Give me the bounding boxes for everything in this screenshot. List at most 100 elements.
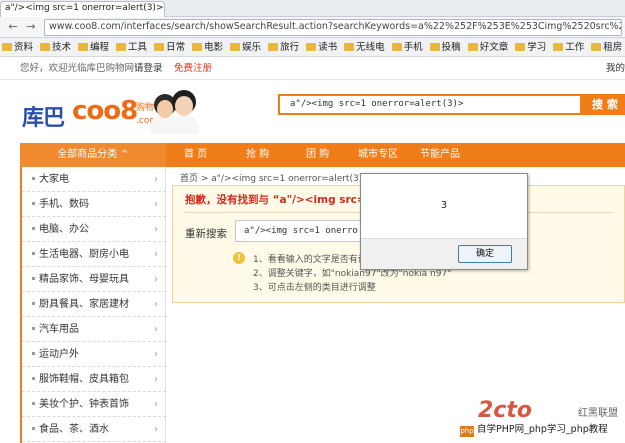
folder-icon (2, 43, 12, 51)
bookmark-item[interactable]: 工作 (551, 38, 589, 56)
bookmark-label: 日常 (166, 42, 186, 53)
search-button[interactable]: 搜 索 (580, 94, 625, 115)
bookmark-label: 工具 (128, 42, 148, 53)
folder-icon (192, 43, 203, 51)
bullet-icon (32, 327, 35, 330)
sidebar-category-item[interactable]: 美妆个护、钟表首饰 › (22, 392, 166, 417)
bookmark-item[interactable]: 编程 (76, 38, 114, 56)
nav-item-energy-saving[interactable]: 节能产品 (420, 143, 460, 167)
bullet-icon (32, 177, 35, 180)
sidebar-category-label: 手机、数码 (39, 199, 89, 210)
tab-title: a"/><img src=1 onerror=alert(3)>--... (5, 3, 165, 13)
bookmark-item[interactable]: 好文章 (466, 38, 514, 56)
bookmark-label: 手机 (403, 42, 423, 53)
bookmark-label: 学习 (527, 42, 547, 53)
my-account-link[interactable]: 我的 (606, 58, 625, 80)
bookmark-item[interactable]: 工具 (114, 38, 152, 56)
bullet-icon (32, 277, 35, 280)
bookmark-label: 编程 (90, 42, 110, 53)
main-nav: 全部商品分类 ^ 首 页 抢 购 团 购 城市专区 节能产品 (20, 143, 625, 167)
bookmark-item[interactable]: 读书 (304, 38, 342, 56)
bookmark-label: 好文章 (479, 42, 509, 53)
bookmark-item[interactable]: 手机 (390, 38, 428, 56)
folder-icon (306, 43, 317, 51)
folder-icon (40, 43, 51, 51)
chevron-right-icon: › (154, 399, 158, 410)
folder-icon (78, 43, 89, 51)
bookmark-item[interactable]: 投稿 (428, 38, 466, 56)
bookmark-label: 工作 (565, 42, 585, 53)
folder-icon (344, 43, 355, 51)
bookmark-label: 电影 (204, 42, 224, 53)
bullet-icon (32, 302, 35, 305)
bookmark-item[interactable]: 技术 (38, 38, 76, 56)
welcome-text: 您好，欢迎光临库巴购物网! (20, 63, 138, 74)
logo-cn: 库巴 (22, 106, 65, 131)
sidebar-category-item[interactable]: 运动户外 › (22, 342, 166, 367)
sidebar-category-label: 食品、茶、酒水 (39, 424, 109, 435)
back-icon[interactable]: ← (6, 20, 20, 34)
bookmark-label: 旅行 (280, 42, 300, 53)
nav-item-home[interactable]: 首 页 (184, 143, 207, 167)
sidebar-category-item[interactable]: 服饰鞋帽、皮具箱包 › (22, 367, 166, 392)
folder-icon (515, 43, 526, 51)
sidebar-category-label: 大家电 (39, 174, 69, 185)
sidebar-category-item[interactable]: 厨具餐具、家居建材 › (22, 292, 166, 317)
sidebar-category-item[interactable]: 电脑、办公 › (22, 217, 166, 242)
php-icon: php (460, 426, 474, 437)
watermark-bar: php 自学PHP网_php学习_php教程 (458, 422, 625, 437)
bookmark-item[interactable]: 租房 (589, 38, 625, 56)
nav-item-group-buy[interactable]: 团 购 (306, 143, 329, 167)
site-top-bar: 您好，欢迎光临库巴购物网! 请登录 免费注册 我的 (0, 58, 625, 80)
bookmark-item[interactable]: 电影 (190, 38, 228, 56)
chevron-right-icon: › (154, 324, 158, 335)
nav-item-flash-sale[interactable]: 抢 购 (246, 143, 269, 167)
forward-icon[interactable]: → (24, 20, 38, 34)
sidebar-category-label: 美妆个护、钟表首饰 (39, 399, 129, 410)
info-icon: ! (233, 252, 245, 264)
bullet-icon (32, 252, 35, 255)
browser-titlebar: a"/><img src=1 onerror=alert(3)>--... (0, 0, 625, 17)
sidebar-category-item[interactable]: 生活电器、厨房小电 › (22, 242, 166, 267)
bookmark-label: 技术 (52, 42, 72, 53)
ok-button[interactable]: 确定 (458, 245, 512, 263)
chevron-right-icon: › (154, 274, 158, 285)
folder-icon (391, 43, 402, 51)
bullet-icon (32, 427, 35, 430)
bookmark-item[interactable]: 日常 (152, 38, 190, 56)
chevron-right-icon: › (154, 349, 158, 360)
bookmark-label: 读书 (318, 42, 338, 53)
watermark: 2cto 红黑联盟 php 自学PHP网_php学习_php教程 (458, 398, 625, 443)
bookmark-item[interactable]: 娱乐 (228, 38, 266, 56)
folder-icon (230, 43, 241, 51)
bookmark-item[interactable]: 无线电 (342, 38, 390, 56)
register-link[interactable]: 免费注册 (174, 58, 212, 80)
alert-footer: 确定 (361, 238, 527, 269)
bullet-icon (32, 227, 35, 230)
url-input[interactable]: www.coo8.com/interfaces/search/showSearc… (44, 19, 622, 36)
search-input[interactable]: a"/><img src=1 onerror=alert(3)> (278, 94, 580, 115)
sidebar-category-item[interactable]: 精品家饰、母婴玩具 › (22, 267, 166, 292)
sidebar-category-item[interactable]: 食品、茶、酒水 › (22, 417, 166, 442)
all-categories-button[interactable]: 全部商品分类 ^ (20, 143, 166, 167)
bookmark-item[interactable]: 资料 (0, 38, 38, 56)
sidebar-category-item[interactable]: 汽车用品 › (22, 317, 166, 342)
site-header: 库巴 coo8 购物 .com a"/><img src=1 onerror=a… (0, 80, 625, 143)
research-input[interactable]: a"/><img src=1 onerro (235, 220, 365, 242)
bookmark-item[interactable]: 旅行 (266, 38, 304, 56)
sidebar-category-label: 精品家饰、母婴玩具 (39, 274, 129, 285)
login-link[interactable]: 请登录 (134, 58, 163, 80)
bullet-icon (32, 377, 35, 380)
browser-address-bar: ← → www.coo8.com/interfaces/search/showS… (0, 17, 625, 38)
folder-icon (591, 43, 602, 51)
chevron-right-icon: › (154, 199, 158, 210)
nav-item-city-zone[interactable]: 城市专区 (358, 143, 398, 167)
watermark-bar-text: 自学PHP网_php学习_php教程 (477, 424, 608, 435)
mascot-people-image (150, 86, 198, 134)
alert-message: 3 (440, 200, 448, 211)
bookmark-item[interactable]: 学习 (513, 38, 551, 56)
bullet-icon (32, 202, 35, 205)
sidebar-category-item[interactable]: 大家电 › (22, 167, 166, 192)
browser-tab[interactable]: a"/><img src=1 onerror=alert(3)>--... (0, 1, 165, 17)
sidebar-category-item[interactable]: 手机、数码 › (22, 192, 166, 217)
